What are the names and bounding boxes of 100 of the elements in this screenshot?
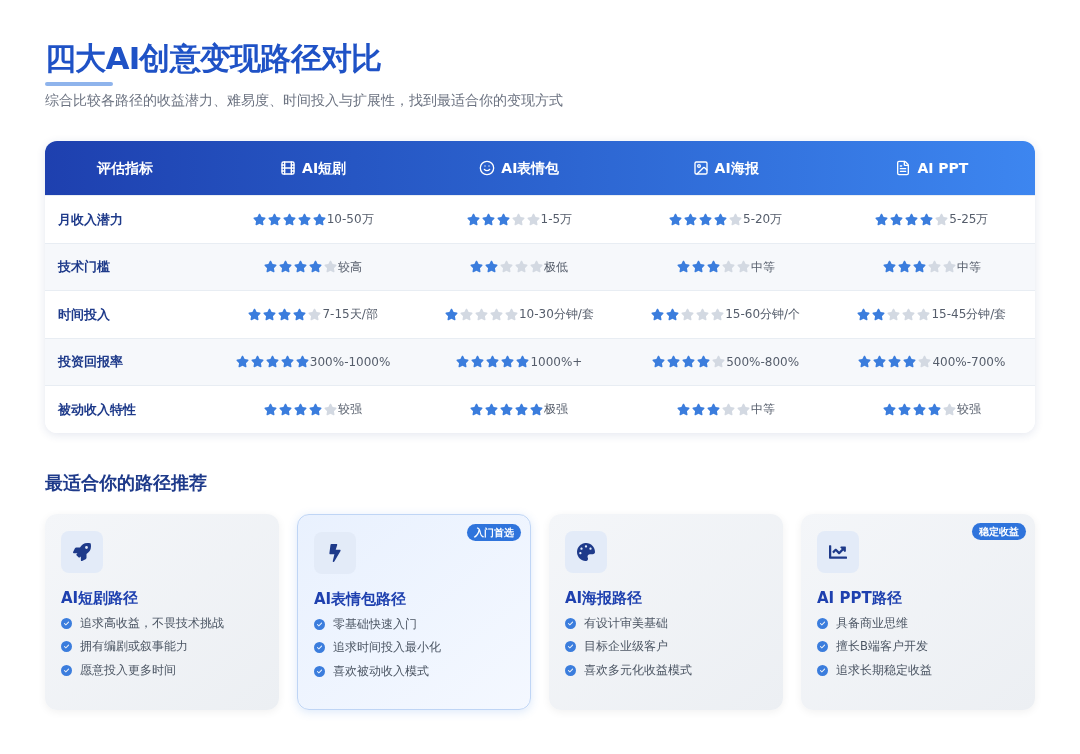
star-icon — [294, 260, 308, 274]
row-label: 被动收入特性 — [56, 400, 137, 419]
star-icon — [294, 402, 308, 416]
star-icon — [699, 212, 712, 226]
rating-text: 500%-800% — [726, 353, 800, 371]
star-icon — [279, 402, 293, 416]
column-title: AI短剧 — [302, 158, 347, 178]
star-icon — [485, 402, 499, 416]
star-icon — [280, 355, 294, 369]
star-icon — [459, 307, 473, 321]
image-icon — [692, 160, 709, 176]
rating-text: 5-25万 — [949, 211, 989, 229]
star-icon — [308, 307, 322, 321]
star-icon — [706, 402, 720, 416]
card-point: 具备商业思维 — [836, 615, 908, 632]
star-icon — [500, 260, 514, 274]
star-icon — [691, 260, 705, 274]
star-icon — [682, 355, 696, 369]
star-icon — [530, 402, 544, 416]
check-icon — [314, 665, 325, 677]
star-icon — [666, 307, 680, 321]
card-point: 喜欢被动收入模式 — [333, 662, 429, 680]
star-icon — [264, 260, 278, 274]
card-point: 愿意投入更多时间 — [80, 661, 176, 679]
card-point: 喜欢多元化收益模式 — [584, 661, 692, 679]
star-icon — [676, 402, 690, 416]
star-icon — [530, 260, 544, 274]
star-icon — [504, 307, 518, 321]
star-icon — [858, 355, 872, 369]
check-icon — [565, 641, 576, 653]
star-icon — [511, 212, 525, 226]
column-title: AI海报 — [714, 158, 759, 178]
star-icon — [711, 307, 725, 321]
page-title: 四大AI创意变现路径对比 — [45, 39, 383, 78]
column-title: 评估指标 — [97, 158, 153, 178]
star-icon — [942, 260, 956, 274]
rating-text: 中等 — [956, 258, 981, 276]
card-point: 追求高收益，不畏技术挑战 — [80, 615, 224, 632]
rating-text: 极低 — [544, 258, 569, 276]
star-icon — [736, 402, 750, 416]
column-title: AI表情包 — [501, 158, 560, 178]
star-icon — [501, 355, 515, 369]
star-icon — [309, 260, 323, 274]
lightning-icon — [326, 543, 344, 562]
card-point: 擅长B端客户开发 — [836, 638, 928, 656]
line-chart-icon — [829, 542, 847, 561]
rating-text: 极强 — [544, 401, 569, 419]
star-icon — [297, 212, 311, 226]
star-icon — [515, 260, 529, 274]
star-icon — [456, 355, 470, 369]
star-icon — [235, 355, 249, 369]
star-icon — [471, 355, 485, 369]
row-label: 时间投入 — [57, 305, 111, 324]
star-icon — [324, 402, 338, 416]
star-icon — [912, 260, 926, 274]
star-icon — [696, 307, 710, 321]
rating-text: 10-50万 — [326, 211, 374, 229]
rating-text: 较强 — [338, 401, 363, 419]
rating-text: 中等 — [750, 258, 775, 276]
star-icon — [712, 355, 726, 369]
star-icon — [935, 212, 949, 226]
title-underline — [45, 82, 113, 86]
star-icon — [942, 402, 956, 416]
star-icon — [489, 307, 503, 321]
star-icon — [927, 260, 941, 274]
star-icon — [481, 212, 495, 226]
rocket-icon — [73, 542, 91, 561]
card-point: 追求时间投入最小化 — [333, 639, 441, 657]
star-icon — [526, 212, 540, 226]
star-icon — [263, 307, 277, 321]
star-icon — [486, 355, 500, 369]
star-icon — [516, 355, 530, 369]
check-icon — [314, 619, 325, 631]
star-icon — [279, 260, 293, 274]
star-icon — [470, 402, 484, 416]
check-icon — [61, 664, 72, 676]
star-icon — [729, 212, 742, 226]
star-icon — [872, 307, 886, 321]
check-icon — [817, 641, 828, 653]
star-icon — [897, 402, 911, 416]
star-icon — [681, 307, 695, 321]
star-icon — [669, 212, 682, 226]
star-icon — [887, 307, 901, 321]
rating-text: 300%-1000% — [309, 353, 391, 371]
film-icon — [280, 160, 297, 176]
star-icon — [265, 355, 279, 369]
row-label: 月收入潜力 — [57, 210, 124, 229]
star-icon — [706, 260, 720, 274]
rating-text: 较强 — [956, 401, 981, 419]
star-icon — [496, 212, 510, 226]
section-heading: 最适合你的路径推荐 — [45, 470, 208, 495]
check-icon — [61, 618, 72, 630]
star-icon — [444, 307, 458, 321]
star-icon — [903, 355, 917, 369]
star-icon — [920, 212, 934, 226]
rating-text: 5-20万 — [743, 211, 783, 229]
star-icon — [927, 402, 941, 416]
star-icon — [264, 402, 278, 416]
star-icon — [282, 212, 296, 226]
rating-text: 较高 — [338, 258, 363, 276]
